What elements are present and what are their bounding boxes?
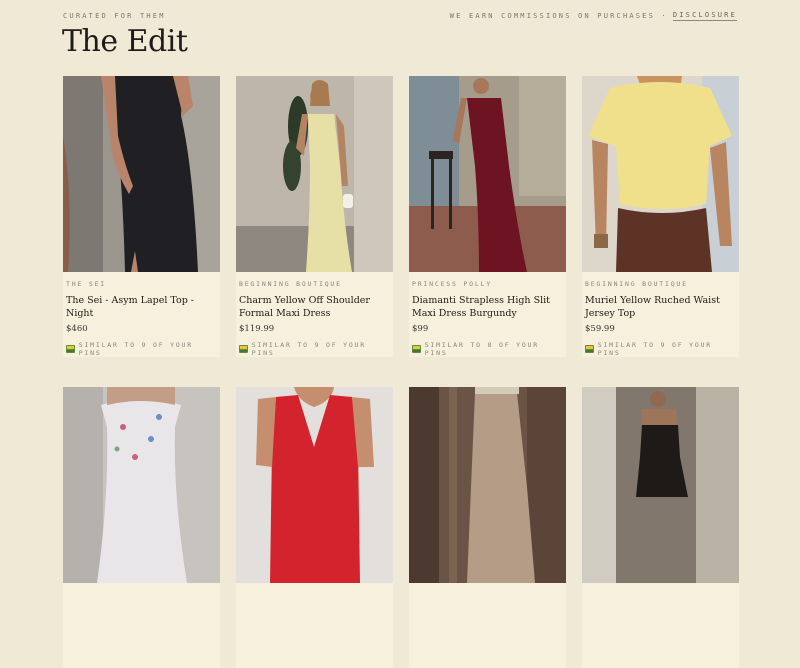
product-image[interactable] <box>236 76 393 272</box>
product-title[interactable]: The Sei - Asym Lapel Top - Night <box>66 294 217 320</box>
yellow-maxi-dress-photo <box>236 76 393 272</box>
product-card[interactable]: PRINCESS POLLY Diamanti Strapless High S… <box>409 76 566 357</box>
product-brand: THE SEI <box>66 280 106 288</box>
product-card[interactable] <box>63 387 220 668</box>
product-image[interactable] <box>409 76 566 272</box>
product-card[interactable] <box>582 387 739 668</box>
product-image[interactable] <box>582 387 739 583</box>
picture-icon <box>412 345 421 353</box>
picture-icon <box>585 345 594 353</box>
product-image[interactable] <box>236 387 393 583</box>
product-card[interactable]: BEGINNING BOUTIQUE Muriel Yellow Ruched … <box>582 76 739 357</box>
similar-pins: SIMILAR TO 9 OF YOUR PINS <box>239 341 390 357</box>
product-title[interactable]: Diamanti Strapless High Slit Maxi Dress … <box>412 294 563 320</box>
picture-icon <box>66 345 75 353</box>
product-price: $119.99 <box>239 324 275 334</box>
product-price: $99 <box>412 324 429 334</box>
product-price: $460 <box>66 324 88 334</box>
disclosure-link[interactable]: DISCLOSURE <box>672 11 737 21</box>
similar-pins-label: SIMILAR TO 9 OF YOUR PINS <box>597 341 712 357</box>
black-dress-photo <box>63 76 220 272</box>
red-dress-photo <box>236 387 393 583</box>
page-title: The Edit <box>62 24 188 59</box>
product-image[interactable] <box>63 76 220 272</box>
product-brand: BEGINNING BOUTIQUE <box>585 280 688 288</box>
product-grid: THE SEI The Sei - Asym Lapel Top - Night… <box>63 76 739 668</box>
eyebrow-label: CURATED FOR THEM <box>63 12 166 20</box>
picture-icon <box>239 345 248 353</box>
product-brand: PRINCESS POLLY <box>412 280 492 288</box>
product-price: $59.99 <box>585 324 615 334</box>
similar-pins-label: SIMILAR TO 9 OF YOUR PINS <box>251 341 366 357</box>
black-mini-dress-photo <box>582 387 739 583</box>
product-image[interactable] <box>63 387 220 583</box>
floral-dress-photo <box>63 387 220 583</box>
burgundy-dress-photo <box>409 76 566 272</box>
similar-pins: SIMILAR TO 9 OF YOUR PINS <box>66 341 217 357</box>
yellow-top-photo <box>582 76 739 272</box>
product-image[interactable] <box>582 76 739 272</box>
similar-pins: SIMILAR TO 9 OF YOUR PINS <box>585 341 736 357</box>
product-card[interactable] <box>236 387 393 668</box>
product-brand: BEGINNING BOUTIQUE <box>239 280 342 288</box>
commission-note: WE EARN COMMISSIONS ON PURCHASES · <box>449 12 668 20</box>
product-card[interactable]: THE SEI The Sei - Asym Lapel Top - Night… <box>63 76 220 357</box>
product-title[interactable]: Muriel Yellow Ruched Waist Jersey Top <box>585 294 736 320</box>
taupe-skirt-photo <box>409 387 566 583</box>
similar-pins-label: SIMILAR TO 8 OF YOUR PINS <box>424 341 539 357</box>
product-image[interactable] <box>409 387 566 583</box>
top-bar: CURATED FOR THEM WE EARN COMMISSIONS ON … <box>63 11 737 21</box>
product-card[interactable] <box>409 387 566 668</box>
product-title[interactable]: Charm Yellow Off Shoulder Formal Maxi Dr… <box>239 294 390 320</box>
similar-pins-label: SIMILAR TO 9 OF YOUR PINS <box>78 341 193 357</box>
similar-pins: SIMILAR TO 8 OF YOUR PINS <box>412 341 563 357</box>
commission-disclosure: WE EARN COMMISSIONS ON PURCHASES · DISCL… <box>450 11 737 21</box>
product-card[interactable]: BEGINNING BOUTIQUE Charm Yellow Off Shou… <box>236 76 393 357</box>
